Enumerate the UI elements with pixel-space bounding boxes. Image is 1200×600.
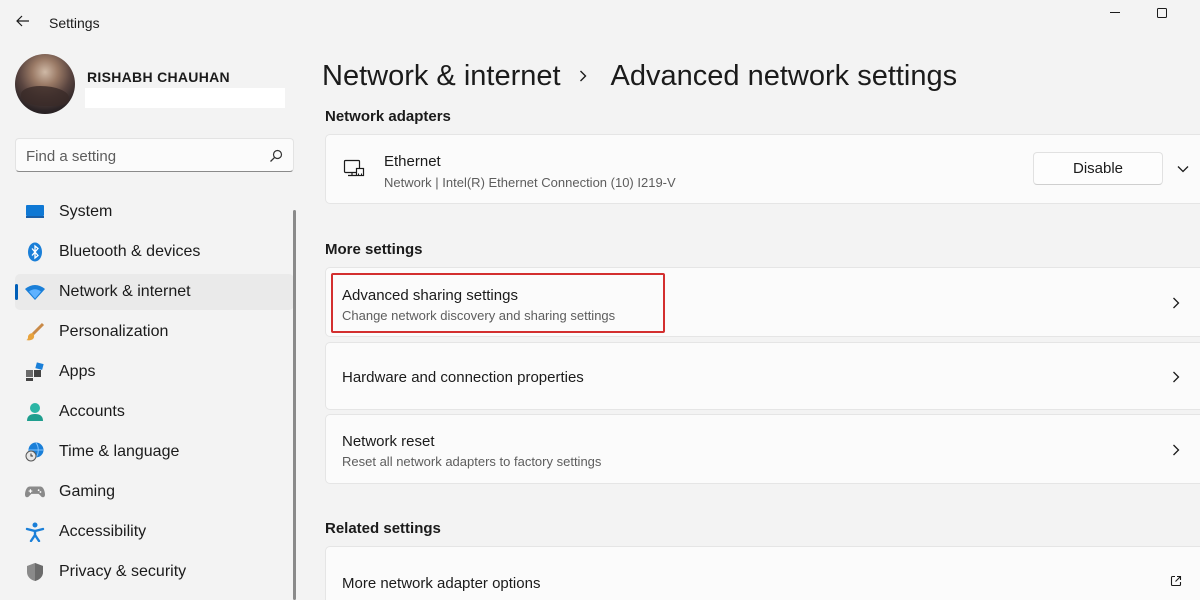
sidebar-item-system[interactable]: System [15, 194, 294, 230]
sidebar-item-label: System [59, 203, 113, 220]
brush-icon [25, 322, 45, 342]
sidebar-item-network[interactable]: Network & internet [15, 274, 294, 310]
chevron-right-icon [1170, 371, 1182, 383]
sidebar-item-privacy-security[interactable]: Privacy & security [15, 554, 294, 590]
back-button[interactable] [12, 10, 34, 32]
maximize-icon [1157, 8, 1167, 18]
arrow-left-icon [16, 15, 29, 27]
person-icon [25, 402, 45, 422]
sidebar-item-bluetooth[interactable]: Bluetooth & devices [15, 234, 294, 270]
sidebar-item-gaming[interactable]: Gaming [15, 474, 294, 510]
adapter-name: Ethernet [384, 153, 441, 170]
sidebar-item-label: Privacy & security [59, 563, 187, 580]
search-box[interactable] [15, 138, 294, 172]
sidebar-item-apps[interactable]: Apps [15, 354, 294, 390]
chevron-down-icon [1177, 166, 1189, 173]
apps-icon [25, 362, 45, 382]
app-title: Settings [49, 15, 100, 31]
minimize-icon [1110, 12, 1120, 13]
sidebar-item-label: Time & language [59, 443, 180, 460]
item-title: Hardware and connection properties [342, 369, 584, 386]
globe-clock-icon [25, 442, 45, 462]
more-network-adapter-options-item[interactable]: More network adapter options [325, 546, 1200, 600]
sidebar-item-label: Network & internet [59, 283, 191, 300]
sidebar-nav: System Bluetooth & devices Network & int… [15, 194, 294, 594]
search-icon[interactable] [269, 149, 283, 163]
system-icon [25, 202, 45, 222]
sidebar-scrollbar[interactable] [293, 210, 296, 600]
sidebar-item-label: Accessibility [59, 523, 147, 540]
sidebar-item-accessibility[interactable]: Accessibility [15, 514, 294, 550]
search-input[interactable] [26, 146, 256, 166]
adapter-description: Network | Intel(R) Ethernet Connection (… [384, 175, 676, 190]
gamepad-icon [25, 482, 45, 502]
user-email-redacted [85, 88, 285, 108]
page-title: Advanced network settings [610, 59, 958, 92]
external-link-icon [1170, 575, 1182, 587]
sidebar-item-label: Accounts [59, 403, 125, 420]
avatar[interactable] [15, 54, 75, 114]
section-title-related-settings: Related settings [325, 520, 441, 537]
disable-button[interactable]: Disable [1033, 152, 1163, 185]
bluetooth-icon [25, 242, 45, 262]
item-title: Network reset [342, 433, 435, 450]
sidebar-item-accounts[interactable]: Accounts [15, 394, 294, 430]
chevron-right-icon [579, 69, 593, 83]
wifi-icon [25, 282, 45, 302]
section-title-more-settings: More settings [325, 241, 423, 258]
expand-button[interactable] [1175, 162, 1191, 176]
highlight-annotation [331, 273, 665, 333]
hardware-connection-properties-item[interactable]: Hardware and connection properties [325, 342, 1200, 410]
sidebar: RISHABH CHAUHAN System Bluetooth & devic… [0, 44, 300, 600]
ethernet-icon [343, 159, 365, 177]
chevron-right-icon [1170, 444, 1182, 456]
sidebar-item-time-language[interactable]: Time & language [15, 434, 294, 470]
ethernet-adapter-card[interactable]: Ethernet Network | Intel(R) Ethernet Con… [325, 134, 1200, 204]
breadcrumb-parent[interactable]: Network & internet [322, 60, 561, 93]
sidebar-item-label: Personalization [59, 323, 169, 340]
item-title: More network adapter options [342, 575, 541, 592]
breadcrumb: Network & internet Advanced network sett… [322, 56, 957, 96]
chevron-right-icon [1170, 297, 1182, 309]
title-bar: Settings [0, 0, 1200, 44]
network-reset-item[interactable]: Network reset Reset all network adapters… [325, 414, 1200, 484]
sidebar-item-label: Apps [59, 363, 96, 380]
shield-icon [25, 562, 45, 582]
sidebar-item-label: Gaming [59, 483, 116, 500]
sidebar-item-label: Bluetooth & devices [59, 243, 201, 260]
item-subtitle: Reset all network adapters to factory se… [342, 454, 602, 469]
minimize-button[interactable] [1104, 4, 1126, 22]
sidebar-item-personalization[interactable]: Personalization [15, 314, 294, 350]
user-name: RISHABH CHAUHAN [87, 69, 230, 85]
section-title-network-adapters: Network adapters [325, 108, 451, 125]
accessibility-icon [25, 522, 45, 542]
maximize-button[interactable] [1151, 4, 1173, 22]
